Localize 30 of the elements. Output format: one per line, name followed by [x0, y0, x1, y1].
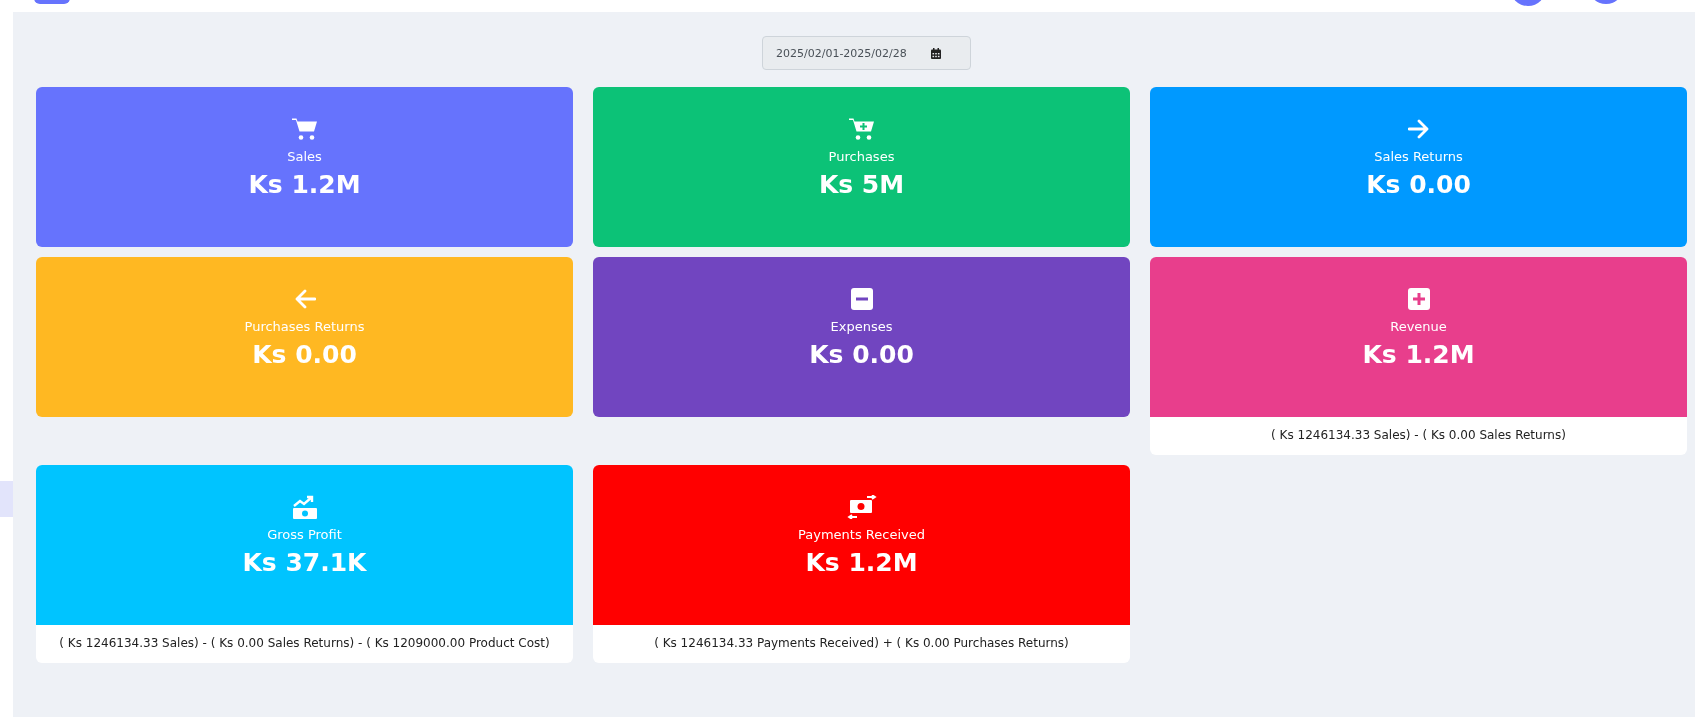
stat-label: Purchases	[828, 149, 895, 164]
arrow-right-icon	[1407, 117, 1430, 141]
stat-label: Expenses	[830, 319, 893, 334]
stat-value: Ks 37.1K	[242, 548, 367, 577]
cart-icon	[291, 117, 318, 141]
formula-text: ( Ks 1246134.33 Sales) - ( Ks 0.00 Sales Returns) - ( Ks 1209000.00 Product Cost)	[58, 635, 551, 652]
formula-text: ( Ks 1246134.33 Payments Received) + ( Ks 0.00 Purchases Returns)	[653, 635, 1070, 652]
cart-plus-icon	[848, 117, 875, 141]
stat-label: Payments Received	[798, 527, 925, 542]
stat-value: Ks 1.2M	[1362, 340, 1475, 369]
arrow-left-icon	[293, 287, 316, 311]
stat-label: Gross Profit	[267, 527, 342, 542]
date-range-field[interactable]: 2025/02/01-2025/02/28	[762, 36, 971, 70]
minus-square-icon	[850, 287, 873, 311]
stat-label: Sales Returns	[1374, 149, 1463, 164]
stat-value: Ks 1.2M	[805, 548, 918, 577]
stat-label: Purchases Returns	[244, 319, 365, 334]
formula-text: ( Ks 1246134.33 Sales) - ( Ks 0.00 Sales Returns)	[1270, 427, 1567, 444]
plus-square-icon	[1407, 287, 1430, 311]
calendar-icon	[930, 47, 941, 59]
stat-value: Ks 5M	[818, 170, 905, 199]
money-exchange-icon	[846, 495, 877, 519]
stat-label: Sales	[287, 149, 322, 164]
money-chart-icon	[291, 495, 318, 519]
sidebar-item[interactable]	[0, 481, 13, 517]
stat-value: Ks 0.00	[1366, 170, 1471, 199]
stat-value: Ks 0.00	[252, 340, 357, 369]
stat-label: Revenue	[1390, 319, 1447, 334]
stat-value: Ks 1.2M	[248, 170, 361, 199]
stat-value: Ks 0.00	[809, 340, 914, 369]
